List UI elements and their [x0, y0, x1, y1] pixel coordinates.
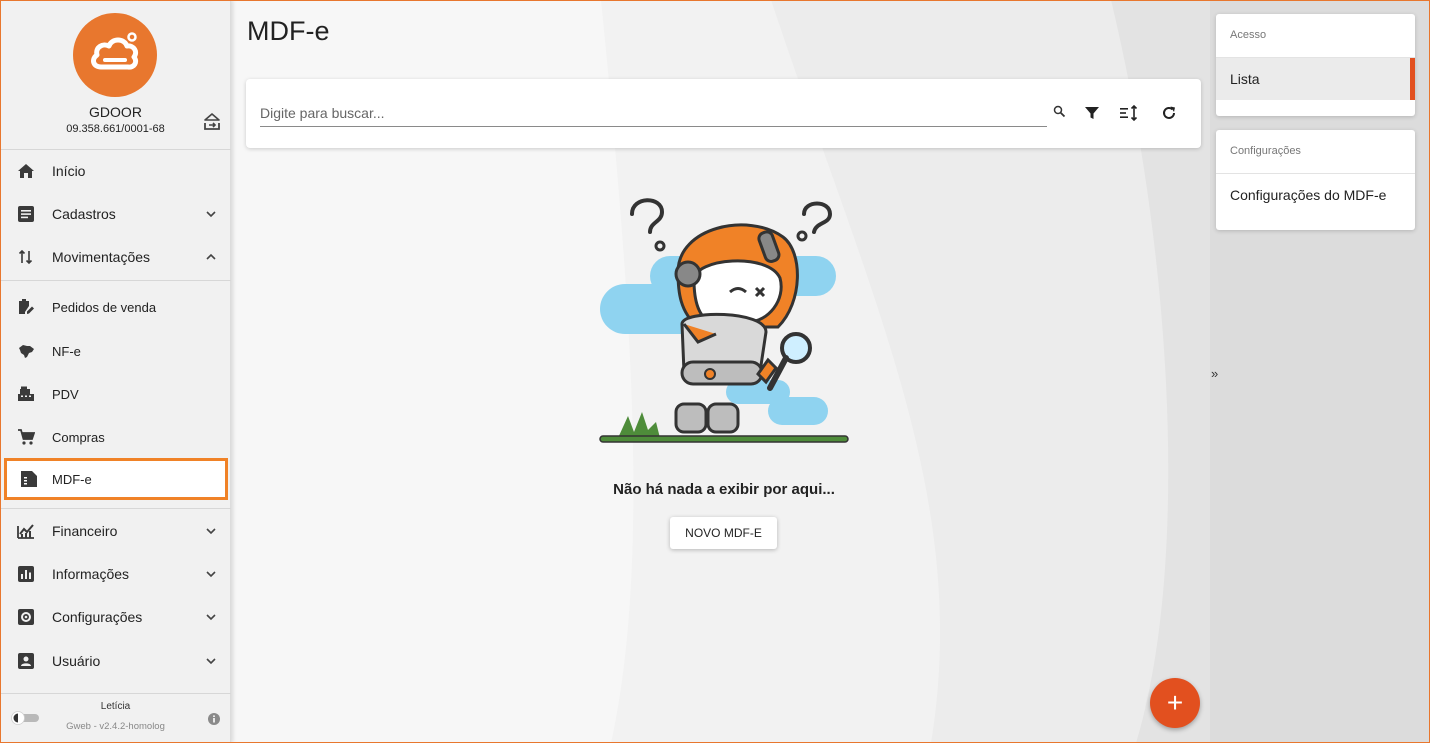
divider — [0, 508, 231, 509]
expand-panel-toggle[interactable]: » — [1211, 366, 1218, 381]
sidebar-item-pedidos-de-venda[interactable]: Pedidos de venda — [0, 287, 231, 327]
search-toolbar — [246, 79, 1201, 148]
sidebar-item-label: Financeiro — [52, 523, 118, 539]
brazil-map-icon — [17, 342, 35, 360]
company-name: GDOOR — [89, 104, 142, 120]
sidebar-item-label: Início — [52, 163, 86, 179]
settings-item-mdfe[interactable]: Configurações do MDF-e — [1216, 174, 1415, 216]
cloud-logo-icon — [91, 32, 139, 70]
sidebar-item-label: Pedidos de venda — [52, 299, 157, 315]
app-version: Gweb - v2.4.2-homolog — [66, 721, 165, 732]
cash-register-icon — [17, 385, 35, 403]
settings-section-header: Configurações — [1230, 145, 1301, 157]
refresh-icon[interactable] — [1159, 103, 1179, 123]
document-icon — [20, 470, 38, 488]
settings-card: Configurações Configurações do MDF-e — [1216, 130, 1415, 230]
sidebar-item-mdfe[interactable]: MDF-e — [4, 458, 228, 500]
new-mdfe-button[interactable]: NOVO MDF-E — [670, 517, 777, 549]
sort-icon[interactable] — [1119, 103, 1139, 123]
divider — [0, 149, 231, 150]
cart-icon — [17, 428, 35, 446]
sort-arrows-icon — [17, 248, 35, 266]
settings-icon — [17, 608, 35, 626]
chevron-down-icon — [204, 567, 218, 581]
sidebar-item-nfe[interactable]: NF-e — [0, 331, 231, 371]
sidebar-item-label: MDF-e — [52, 471, 92, 487]
filter-icon[interactable] — [1082, 103, 1102, 123]
search-input[interactable] — [260, 99, 1047, 127]
clipboard-edit-icon — [17, 298, 35, 316]
sidebar-item-label: PDV — [52, 386, 79, 402]
chevron-down-icon — [204, 654, 218, 668]
sidebar-item-label: Cadastros — [52, 206, 116, 222]
sidebar-item-label: Usuário — [52, 653, 101, 669]
sidebar-item-compras[interactable]: Compras — [0, 417, 231, 457]
company-logo — [73, 13, 157, 97]
divider — [0, 693, 231, 694]
add-fab-button[interactable]: + — [1150, 678, 1200, 728]
sidebar-item-cadastros[interactable]: Cadastros — [0, 194, 231, 234]
sidebar-item-label: NF-e — [52, 343, 81, 359]
access-section-header: Acesso — [1230, 29, 1267, 41]
access-item-lista[interactable]: Lista — [1216, 58, 1415, 100]
page-title: MDF-e — [247, 16, 330, 46]
info-icon[interactable] — [208, 712, 220, 725]
finance-chart-icon — [17, 522, 35, 540]
current-user: Letícia — [100, 701, 131, 712]
chevron-up-icon — [204, 250, 218, 264]
chevron-down-icon — [204, 207, 218, 221]
empty-state-message: Não há nada a exibir por aqui... — [613, 481, 835, 498]
sidebar-item-financeiro[interactable]: Financeiro — [0, 511, 231, 551]
chevron-down-icon — [204, 524, 218, 538]
switch-company-icon[interactable] — [201, 111, 223, 133]
sidebar: GDOOR 09.358.661/0001-68 Início Cadastro… — [0, 0, 231, 743]
chevron-down-icon — [204, 610, 218, 624]
search-icon[interactable] — [1053, 105, 1066, 118]
sidebar-item-informacoes[interactable]: Informações — [0, 554, 231, 594]
sidebar-item-inicio[interactable]: Início — [0, 151, 231, 191]
sidebar-item-configuracoes[interactable]: Configurações — [0, 597, 231, 637]
sidebar-item-label: Informações — [52, 566, 130, 582]
divider — [0, 280, 231, 281]
user-box-icon — [17, 652, 35, 670]
access-card: Acesso Lista — [1216, 14, 1415, 116]
sidebar-item-usuario[interactable]: Usuário — [0, 641, 231, 681]
bar-chart-icon — [17, 565, 35, 583]
sidebar-item-movimentacoes[interactable]: Movimentações — [0, 237, 231, 277]
company-cnpj: 09.358.661/0001-68 — [66, 123, 165, 135]
empty-state-robot-illustration — [599, 198, 849, 443]
sidebar-item-pdv[interactable]: PDV — [0, 374, 231, 414]
sidebar-item-label: Movimentações — [52, 249, 151, 265]
sidebar-item-label: Compras — [52, 429, 105, 445]
list-icon — [17, 205, 35, 223]
sidebar-item-label: Configurações — [52, 609, 143, 625]
home-icon — [17, 162, 35, 180]
